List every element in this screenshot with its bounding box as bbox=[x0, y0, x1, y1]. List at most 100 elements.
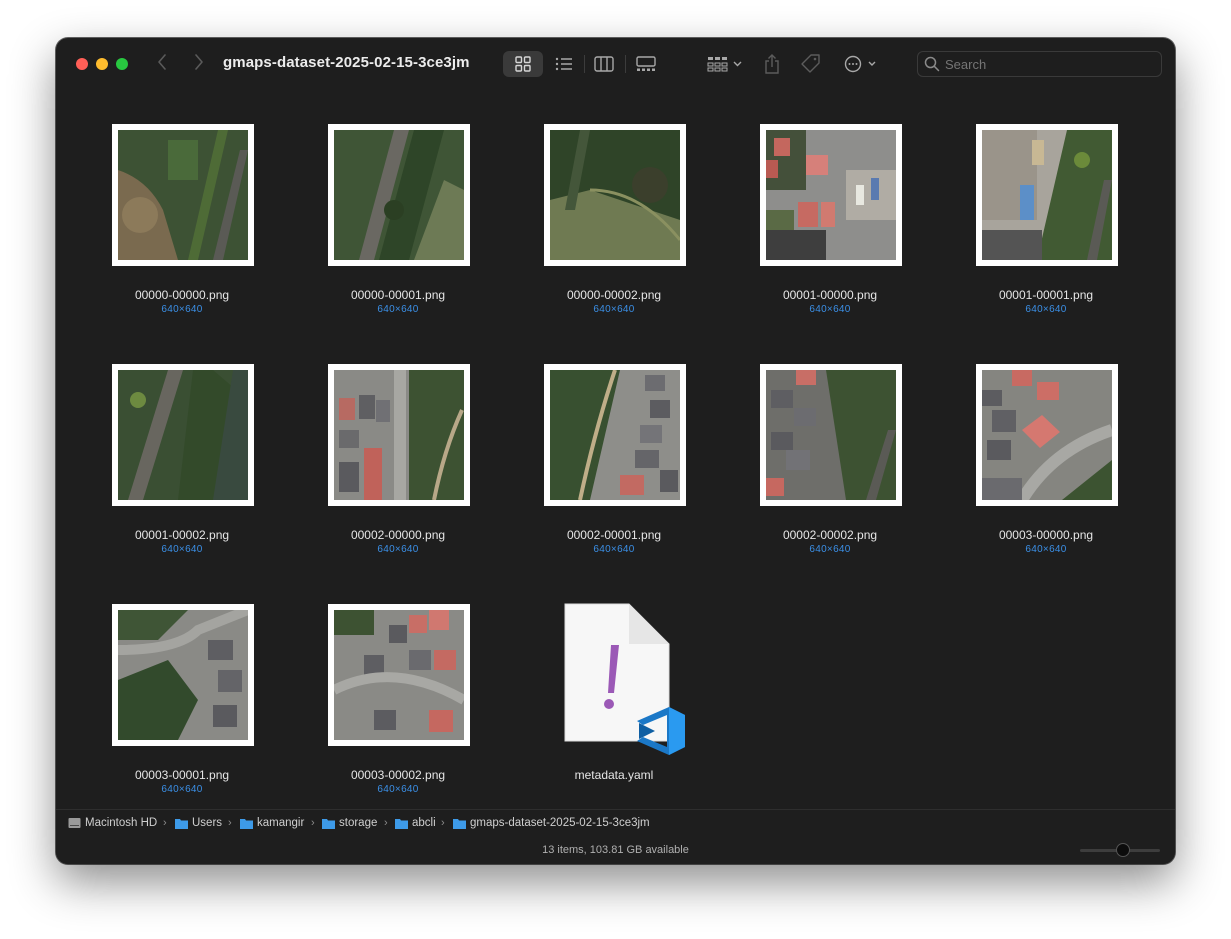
file-name[interactable]: metadata.yaml bbox=[524, 768, 704, 782]
path-item-label: abcli bbox=[412, 817, 436, 829]
search-icon bbox=[924, 56, 940, 72]
path-item-storage[interactable]: storage bbox=[322, 817, 377, 829]
file-name[interactable]: 00001-00002.png bbox=[92, 528, 272, 542]
group-icon bbox=[707, 57, 742, 72]
chevron-right-icon bbox=[195, 54, 203, 70]
satellite-image bbox=[550, 130, 680, 260]
file-thumbnail-00000-00001[interactable] bbox=[328, 124, 470, 266]
path-item-abcli[interactable]: abcli bbox=[395, 817, 436, 829]
file-name[interactable]: 00000-00001.png bbox=[308, 288, 488, 302]
share-icon bbox=[765, 54, 779, 74]
search-field[interactable]: Search bbox=[917, 51, 1162, 77]
vscode-document-icon bbox=[564, 603, 685, 755]
toolbar: gmaps-dataset-2025-02-15-3ce3jm Search bbox=[56, 38, 1175, 90]
satellite-image bbox=[118, 610, 248, 740]
file-name[interactable]: 00001-00000.png bbox=[740, 288, 920, 302]
close-button[interactable] bbox=[76, 58, 88, 70]
file-dimensions: 640×640 bbox=[809, 304, 851, 315]
folder-icon bbox=[322, 818, 335, 829]
grid-icon bbox=[515, 56, 531, 72]
column-view-button[interactable] bbox=[593, 51, 615, 77]
file-thumbnail-00001-00000[interactable] bbox=[760, 124, 902, 266]
share-button[interactable] bbox=[762, 51, 782, 77]
icon-view-button[interactable] bbox=[503, 51, 543, 77]
more-actions-button[interactable] bbox=[842, 51, 880, 77]
hard-drive-icon bbox=[68, 818, 81, 828]
file-dimensions: 640×640 bbox=[161, 784, 203, 795]
file-dimensions: 640×640 bbox=[809, 544, 851, 555]
chevron-left-icon bbox=[158, 54, 166, 70]
forward-button[interactable] bbox=[189, 53, 209, 75]
file-dimensions: 640×640 bbox=[377, 544, 419, 555]
gallery-icon bbox=[636, 56, 656, 71]
file-name[interactable]: 00000-00002.png bbox=[524, 288, 704, 302]
path-separator: › bbox=[311, 817, 315, 829]
group-by-button[interactable] bbox=[705, 51, 745, 77]
satellite-image bbox=[550, 370, 680, 500]
path-bar: Macintosh HD › Users › kamangir › storag… bbox=[56, 809, 1175, 838]
file-name[interactable]: 00002-00000.png bbox=[308, 528, 488, 542]
path-separator: › bbox=[228, 817, 232, 829]
satellite-image bbox=[118, 130, 248, 260]
icon-size-slider-knob[interactable] bbox=[1116, 843, 1130, 857]
file-name[interactable]: 00001-00001.png bbox=[956, 288, 1136, 302]
file-dimensions: 640×640 bbox=[1025, 544, 1067, 555]
file-name[interactable]: 00002-00002.png bbox=[740, 528, 920, 542]
path-item-current-folder[interactable]: gmaps-dataset-2025-02-15-3ce3jm bbox=[453, 817, 650, 829]
file-thumbnail-00002-00000[interactable] bbox=[328, 364, 470, 506]
file-name[interactable]: 00003-00000.png bbox=[956, 528, 1136, 542]
file-dimensions: 640×640 bbox=[377, 784, 419, 795]
file-thumbnail-00001-00001[interactable] bbox=[976, 124, 1118, 266]
file-thumbnail-00000-00002[interactable] bbox=[544, 124, 686, 266]
path-item-label: kamangir bbox=[257, 817, 305, 829]
search-placeholder: Search bbox=[945, 57, 987, 72]
satellite-image bbox=[334, 610, 464, 740]
file-thumbnail-00000-00000[interactable] bbox=[112, 124, 254, 266]
file-dimensions: 640×640 bbox=[593, 544, 635, 555]
tag-button[interactable] bbox=[800, 51, 822, 77]
file-thumbnail-00003-00002[interactable] bbox=[328, 604, 470, 746]
file-thumbnail-00003-00001[interactable] bbox=[112, 604, 254, 746]
satellite-image bbox=[982, 130, 1112, 260]
path-item-users[interactable]: Users bbox=[175, 817, 222, 829]
satellite-image bbox=[982, 370, 1112, 500]
file-dimensions: 640×640 bbox=[1025, 304, 1067, 315]
satellite-image bbox=[334, 370, 464, 500]
finder-window: gmaps-dataset-2025-02-15-3ce3jm Search 0… bbox=[56, 38, 1175, 864]
path-item-label: Macintosh HD bbox=[85, 817, 158, 829]
list-icon bbox=[555, 57, 572, 71]
path-separator: › bbox=[163, 817, 167, 829]
file-name[interactable]: 00003-00002.png bbox=[308, 768, 488, 782]
folder-icon bbox=[395, 818, 408, 829]
file-thumbnail-00002-00001[interactable] bbox=[544, 364, 686, 506]
satellite-image bbox=[334, 130, 464, 260]
path-separator: › bbox=[441, 817, 445, 829]
satellite-image bbox=[766, 370, 896, 500]
tag-icon bbox=[801, 54, 820, 73]
file-dimensions: 640×640 bbox=[593, 304, 635, 315]
list-view-button[interactable] bbox=[553, 51, 575, 77]
folder-icon bbox=[453, 818, 466, 829]
file-name[interactable]: 00003-00001.png bbox=[92, 768, 272, 782]
columns-icon bbox=[594, 56, 614, 72]
minimize-button[interactable] bbox=[96, 58, 108, 70]
file-name[interactable]: 00002-00001.png bbox=[524, 528, 704, 542]
folder-icon bbox=[175, 818, 188, 829]
satellite-image bbox=[766, 130, 896, 260]
path-separator: › bbox=[384, 817, 388, 829]
back-button[interactable] bbox=[152, 53, 172, 75]
path-item-macintosh-hd[interactable]: Macintosh HD bbox=[68, 817, 157, 829]
path-item-label: storage bbox=[339, 817, 378, 829]
satellite-image bbox=[118, 370, 248, 500]
file-thumbnail-00001-00002[interactable] bbox=[112, 364, 254, 506]
file-dimensions: 640×640 bbox=[377, 304, 419, 315]
maximize-button[interactable] bbox=[116, 58, 128, 70]
yaml-file-icon[interactable] bbox=[559, 601, 689, 756]
file-thumbnail-00003-00000[interactable] bbox=[976, 364, 1118, 506]
file-thumbnail-00002-00002[interactable] bbox=[760, 364, 902, 506]
file-name[interactable]: 00000-00000.png bbox=[92, 288, 272, 302]
path-item-kamangir[interactable]: kamangir bbox=[240, 817, 304, 829]
status-text: 13 items, 103.81 GB available bbox=[542, 844, 689, 856]
file-dimensions: 640×640 bbox=[161, 304, 203, 315]
gallery-view-button[interactable] bbox=[635, 51, 657, 77]
